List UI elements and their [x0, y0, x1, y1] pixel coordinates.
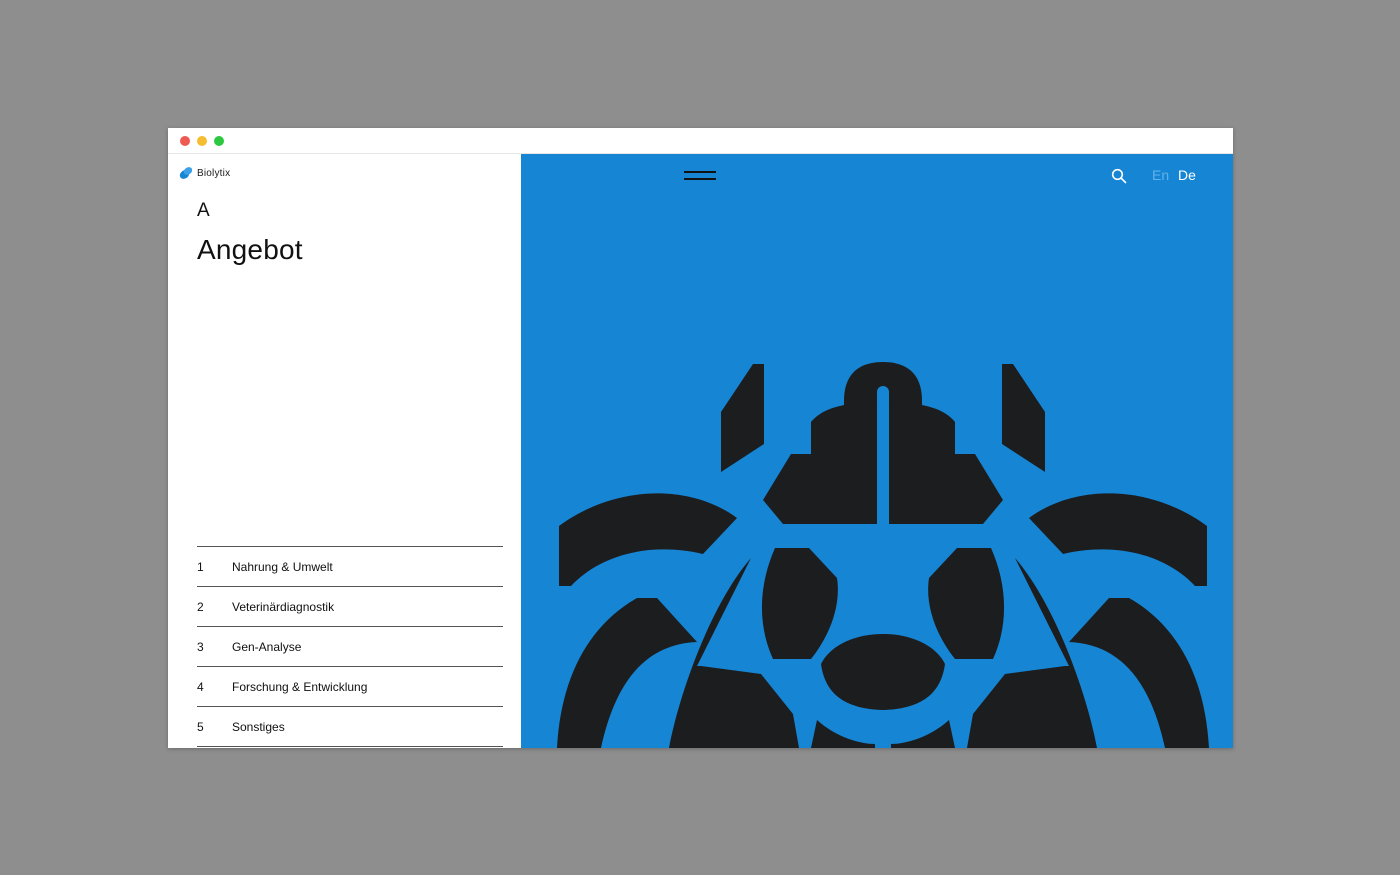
menu-item-label: Sonstiges	[232, 719, 285, 734]
menu-item-number: 4	[197, 679, 204, 694]
menu-item-number: 1	[197, 559, 204, 574]
language-de-link[interactable]: De	[1178, 167, 1196, 183]
window-titlebar	[168, 128, 1233, 154]
menu-item-label: Veterinärdiagnostik	[232, 599, 335, 614]
section-letter: A	[197, 200, 210, 221]
maximize-window-button[interactable]	[214, 136, 224, 146]
menu-item-number: 3	[197, 639, 204, 654]
menu-item-label: Nahrung & Umwelt	[232, 559, 333, 574]
menu-item-nahrung-umwelt[interactable]: 1 Nahrung & Umwelt	[197, 547, 503, 587]
left-panel: Biolytix A Angebot 1 Nahrung & Umwelt 2 …	[168, 154, 521, 748]
beetle-emblem-illustration	[557, 362, 1209, 748]
hamburger-menu-icon[interactable]	[684, 167, 716, 183]
menu-item-label: Forschung & Entwicklung	[232, 679, 368, 694]
biolytix-logo-icon	[179, 167, 193, 179]
brand-logo-link[interactable]: Biolytix	[178, 164, 230, 182]
close-window-button[interactable]	[180, 136, 190, 146]
menu-item-veterinaerdiagnostik[interactable]: 2 Veterinärdiagnostik	[197, 587, 503, 627]
minimize-window-button[interactable]	[197, 136, 207, 146]
page-title: Angebot	[197, 234, 303, 265]
menu-item-forschung-entwicklung[interactable]: 4 Forschung & Entwicklung	[197, 667, 503, 707]
brand-name: Biolytix	[197, 167, 231, 179]
hero-panel: En De	[521, 154, 1233, 748]
offer-menu: 1 Nahrung & Umwelt 2 Veterinärdiagnostik…	[197, 546, 503, 747]
menu-item-number: 2	[197, 599, 204, 614]
menu-item-label: Gen-Analyse	[232, 639, 302, 654]
menu-item-number: 5	[197, 719, 204, 734]
search-icon[interactable]	[1111, 168, 1127, 184]
language-en-link[interactable]: En	[1152, 167, 1169, 183]
menu-item-sonstiges[interactable]: 5 Sonstiges	[197, 707, 503, 747]
browser-window: Biolytix A Angebot 1 Nahrung & Umwelt 2 …	[168, 128, 1233, 748]
menu-item-gen-analyse[interactable]: 3 Gen-Analyse	[197, 627, 503, 667]
